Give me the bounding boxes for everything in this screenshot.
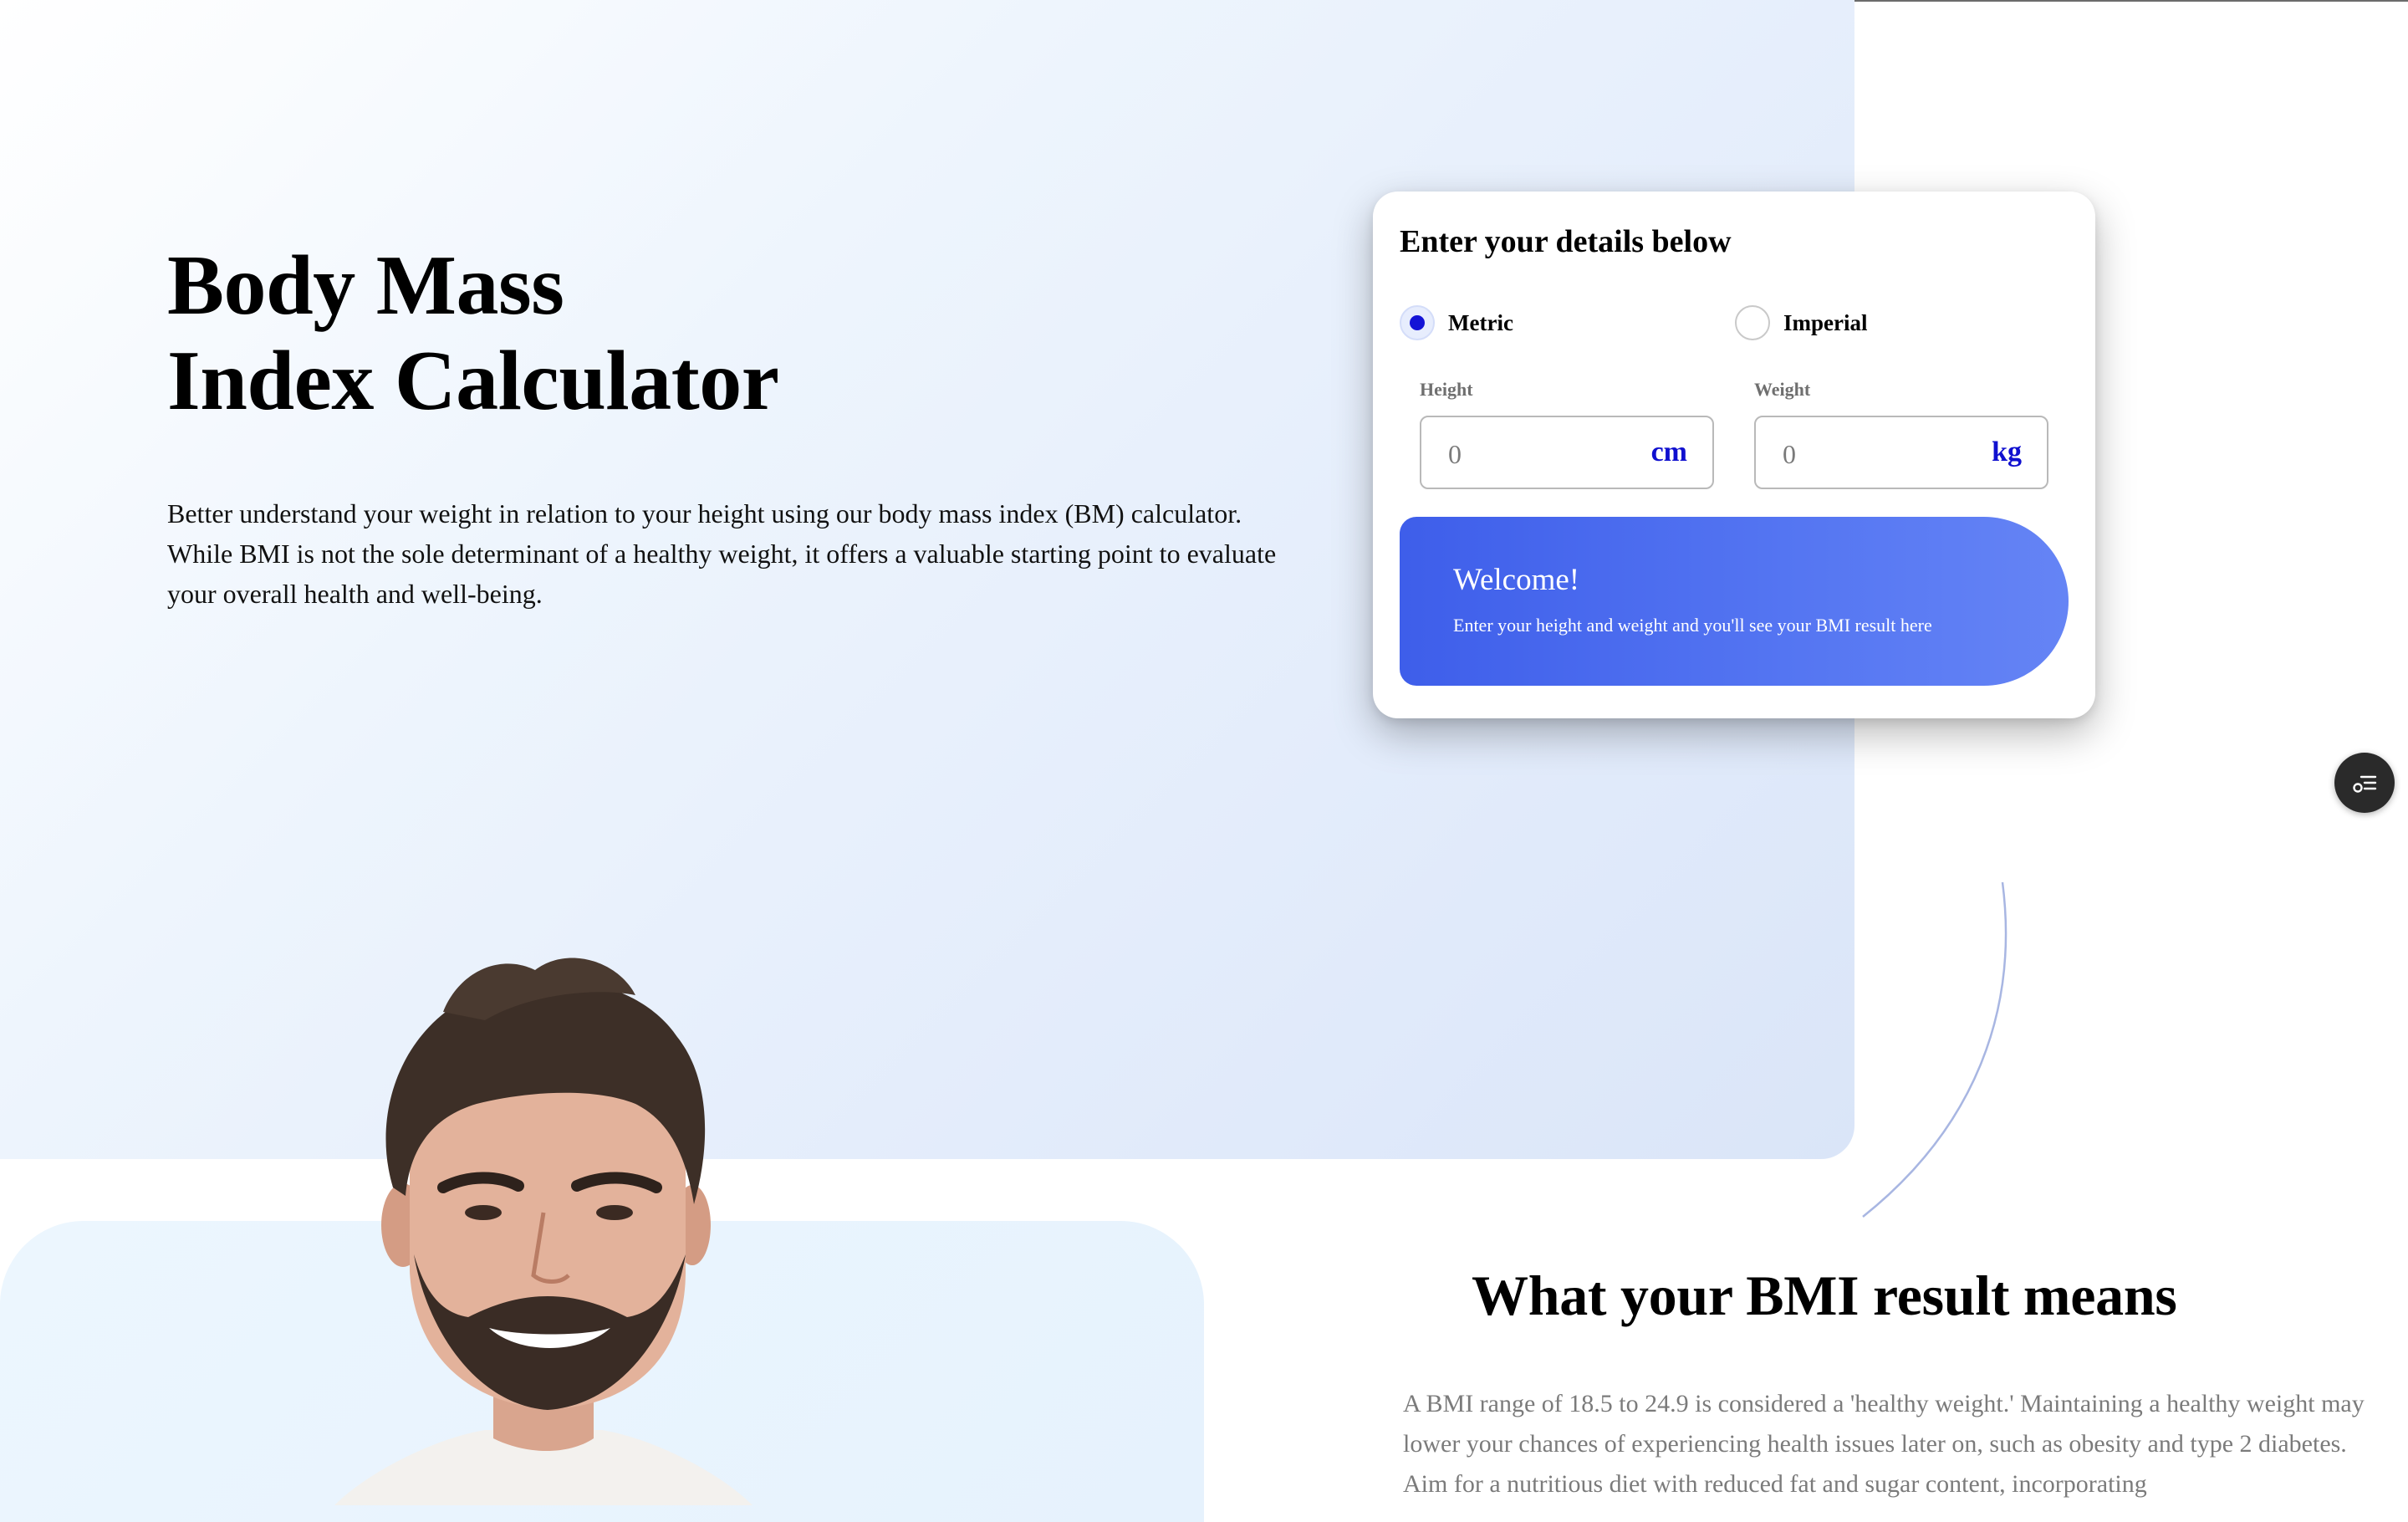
bmi-calculator-card: Enter your details below Metric Imperial…	[1373, 192, 2095, 718]
imperial-label: Imperial	[1783, 309, 1868, 335]
page-title-line-1: Body Mass	[167, 238, 564, 333]
result-message: Enter your height and weight and you'll …	[1453, 615, 1932, 636]
metric-radio[interactable]: Metric	[1400, 305, 1513, 340]
result-heading: Welcome!	[1453, 563, 1580, 597]
settings-list-icon	[2353, 775, 2377, 793]
metric-label: Metric	[1448, 309, 1513, 335]
page-title: Body Mass Index Calculator	[167, 238, 779, 429]
height-field[interactable]: cm	[1420, 416, 1714, 489]
bmi-result-panel: Welcome! Enter your height and weight an…	[1400, 517, 2069, 686]
weight-unit: kg	[1992, 437, 2022, 467]
height-unit: cm	[1650, 437, 1687, 467]
radio-selected-dot	[1410, 315, 1425, 330]
weight-label: Weight	[1754, 379, 1811, 400]
weight-field[interactable]: kg	[1754, 416, 2048, 489]
hero-description: Better understand your weight in relatio…	[167, 498, 1277, 609]
weight-input[interactable]	[1783, 438, 1933, 470]
metric-radio-circle[interactable]	[1400, 305, 1435, 340]
floating-settings-button[interactable]	[2334, 753, 2395, 813]
imperial-radio-circle[interactable]	[1735, 305, 1770, 340]
man-portrait-image	[334, 958, 752, 1505]
imperial-radio[interactable]: Imperial	[1735, 305, 1868, 340]
bmi-meaning-text: A BMI range of 18.5 to 24.9 is considere…	[1403, 1390, 2365, 1498]
height-label: Height	[1420, 379, 1473, 400]
calculator-title: Enter your details below	[1400, 224, 1732, 259]
decorative-arc	[1862, 881, 2008, 1218]
height-input[interactable]	[1448, 438, 1599, 470]
bmi-meaning-title: What your BMI result means	[1472, 1264, 2177, 1327]
page-title-line-2: Index Calculator	[167, 334, 779, 428]
